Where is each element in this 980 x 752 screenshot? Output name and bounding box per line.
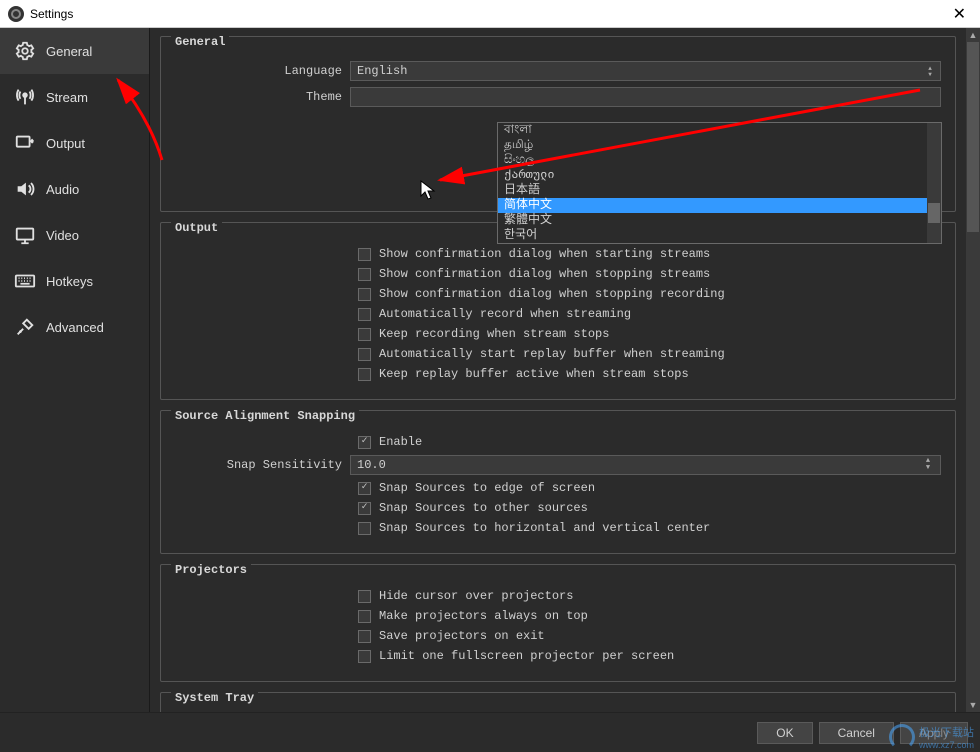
- checkbox[interactable]: [358, 368, 371, 381]
- checkbox[interactable]: [358, 348, 371, 361]
- snap-sensitivity-value: 10.0: [357, 458, 386, 472]
- checkbox[interactable]: [358, 328, 371, 341]
- checkbox-label: Snap Sources to horizontal and vertical …: [379, 521, 710, 535]
- group-legend: Output: [171, 221, 222, 235]
- checkbox[interactable]: [358, 288, 371, 301]
- checkbox-label: Show confirmation dialog when stopping s…: [379, 267, 710, 281]
- sidebar-item-stream[interactable]: Stream: [0, 74, 149, 120]
- checkbox-label: Hide cursor over projectors: [379, 589, 573, 603]
- checkbox[interactable]: [358, 650, 371, 663]
- sidebar-item-label: General: [46, 44, 92, 59]
- theme-label: Theme: [175, 90, 350, 104]
- checkbox-label: Save projectors on exit: [379, 629, 545, 643]
- app-icon: [8, 6, 24, 22]
- group-legend: Projectors: [171, 563, 251, 577]
- checkbox[interactable]: [358, 610, 371, 623]
- group-system-tray: System Tray Enable: [160, 692, 956, 712]
- checkbox-label: Enable: [379, 435, 422, 449]
- language-option[interactable]: 繁體中文: [498, 213, 941, 228]
- speaker-icon: [14, 178, 36, 200]
- titlebar: Settings ✕: [0, 0, 980, 28]
- main: General Stream Output Audio Video: [0, 28, 980, 712]
- sidebar: General Stream Output Audio Video: [0, 28, 150, 712]
- language-option[interactable]: 简体中文: [498, 198, 941, 213]
- combo-arrows-icon: ▲▼: [924, 62, 936, 80]
- language-option[interactable]: தமிழ்: [498, 138, 941, 153]
- scrollbar-thumb[interactable]: [928, 203, 940, 223]
- sidebar-item-label: Video: [46, 228, 79, 243]
- checkbox-label: Automatically start replay buffer when s…: [379, 347, 725, 361]
- ok-button[interactable]: OK: [757, 722, 812, 744]
- scroll-down-icon[interactable]: ▼: [966, 698, 980, 712]
- checkbox[interactable]: [358, 248, 371, 261]
- sidebar-item-label: Hotkeys: [46, 274, 93, 289]
- group-snapping: Source Alignment Snapping Enable Snap Se…: [160, 410, 956, 554]
- sidebar-item-video[interactable]: Video: [0, 212, 149, 258]
- language-value: English: [357, 64, 407, 78]
- sidebar-item-label: Output: [46, 136, 85, 151]
- language-dropdown-list[interactable]: বাংলাதமிழ்සිංහලქართული日本語简体中文繁體中文한국어: [497, 122, 942, 244]
- monitor-icon: [14, 224, 36, 246]
- output-icon: [14, 132, 36, 154]
- language-option[interactable]: සිංහල: [498, 153, 941, 168]
- checkbox-label: Snap Sources to other sources: [379, 501, 588, 515]
- checkbox-label: Keep recording when stream stops: [379, 327, 609, 341]
- checkbox[interactable]: [358, 308, 371, 321]
- checkbox[interactable]: [358, 482, 371, 495]
- group-projectors: Projectors Hide cursor over projectors Ma…: [160, 564, 956, 682]
- checkbox-label: Keep replay buffer active when stream st…: [379, 367, 689, 381]
- scroll-up-icon[interactable]: ▲: [966, 28, 980, 42]
- checkbox-label: Make projectors always on top: [379, 609, 588, 623]
- sidebar-item-hotkeys[interactable]: Hotkeys: [0, 258, 149, 304]
- content-scrollbar[interactable]: ▲ ▼: [966, 28, 980, 712]
- checkbox[interactable]: [358, 590, 371, 603]
- language-option[interactable]: 日本語: [498, 183, 941, 198]
- checkbox[interactable]: [358, 268, 371, 281]
- spin-arrows-icon: ▲▼: [922, 458, 934, 472]
- gear-icon: [14, 40, 36, 62]
- checkbox[interactable]: [358, 502, 371, 515]
- broadcast-icon: [14, 86, 36, 108]
- sidebar-item-label: Audio: [46, 182, 79, 197]
- group-output: Output Show confirmation dialog when sta…: [160, 222, 956, 400]
- sidebar-item-label: Stream: [46, 90, 88, 105]
- dropdown-scrollbar[interactable]: [927, 123, 941, 243]
- sidebar-item-output[interactable]: Output: [0, 120, 149, 166]
- language-option[interactable]: 한국어: [498, 228, 941, 243]
- apply-button[interactable]: Apply: [900, 722, 968, 744]
- checkbox[interactable]: [358, 630, 371, 643]
- language-option[interactable]: বাংলা: [498, 123, 941, 138]
- checkbox[interactable]: [358, 522, 371, 535]
- checkbox-label: Limit one fullscreen projector per scree…: [379, 649, 674, 663]
- content-pane: General Language English ▲▼ Theme: [150, 28, 980, 712]
- sidebar-item-audio[interactable]: Audio: [0, 166, 149, 212]
- group-legend: System Tray: [171, 691, 258, 705]
- language-label: Language: [175, 64, 350, 78]
- tools-icon: [14, 316, 36, 338]
- checkbox-label: Automatically record when streaming: [379, 307, 631, 321]
- language-combobox[interactable]: English ▲▼: [350, 61, 941, 81]
- snap-sensitivity-label: Snap Sensitivity: [175, 458, 350, 472]
- sidebar-item-general[interactable]: General: [0, 28, 149, 74]
- sidebar-item-advanced[interactable]: Advanced: [0, 304, 149, 350]
- theme-combobox[interactable]: [350, 87, 941, 107]
- window-title: Settings: [30, 7, 73, 21]
- cancel-button[interactable]: Cancel: [819, 722, 894, 744]
- language-option[interactable]: ქართული: [498, 168, 941, 183]
- snap-sensitivity-spinbox[interactable]: 10.0 ▲▼: [350, 455, 941, 475]
- checkbox-label: Snap Sources to edge of screen: [379, 481, 595, 495]
- footer: OK Cancel Apply 极光下载站 www.xz7.com: [0, 712, 980, 752]
- checkbox[interactable]: [358, 436, 371, 449]
- close-icon[interactable]: ✕: [947, 4, 972, 24]
- keyboard-icon: [14, 270, 36, 292]
- group-legend: General: [171, 35, 229, 49]
- checkbox-label: Show confirmation dialog when starting s…: [379, 247, 710, 261]
- sidebar-item-label: Advanced: [46, 320, 104, 335]
- scrollbar-thumb[interactable]: [967, 42, 979, 232]
- checkbox-label: Show confirmation dialog when stopping r…: [379, 287, 725, 301]
- group-legend: Source Alignment Snapping: [171, 409, 359, 423]
